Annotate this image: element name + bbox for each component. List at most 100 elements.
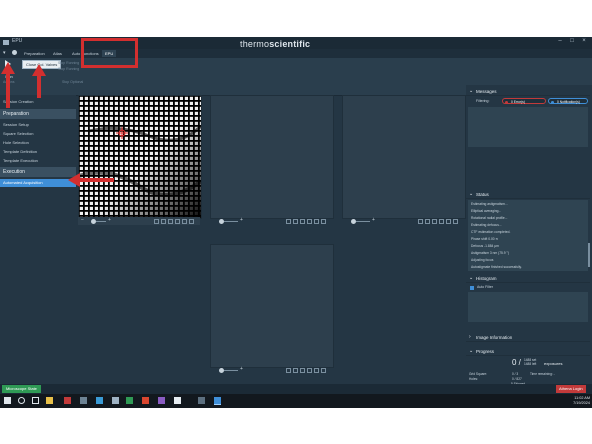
file-explorer-icon[interactable] — [46, 397, 53, 404]
crosshair-icon[interactable] — [175, 218, 180, 224]
image-information-title: Image Information — [476, 335, 513, 340]
export-icon[interactable] — [321, 367, 326, 373]
expand-icon[interactable] — [314, 218, 319, 224]
app-icon-green[interactable] — [126, 397, 133, 404]
app-icon-white[interactable] — [174, 397, 181, 404]
app-icon-blue[interactable] — [96, 397, 103, 404]
status-line: CTF estimation completed. — [471, 230, 511, 234]
zoom-slider-track[interactable] — [224, 370, 238, 371]
data-acquisition-viewport[interactable] — [210, 244, 334, 368]
expand-icon[interactable] — [314, 367, 319, 373]
windows-start-icon[interactable] — [4, 397, 11, 404]
grid-square-value: 0 / 3 — [512, 372, 519, 376]
errors-filter-button[interactable]: 0 Error(s) — [502, 98, 546, 104]
chevron-down-icon: ⌄ — [469, 275, 474, 281]
nav-template-execution[interactable]: Template Execution — [0, 157, 76, 165]
epu-window: EPU thermoscientific – □ × ▾ Preparation… — [0, 37, 592, 394]
messages-list — [468, 107, 588, 147]
status-line: Adjusting focus — [471, 258, 494, 262]
crosshair-icon[interactable] — [307, 367, 312, 373]
image-information-header[interactable]: › Image Information — [466, 333, 590, 342]
stop-running-label[interactable]: Stop Running — [58, 61, 79, 65]
auto-filter-checkbox[interactable] — [470, 286, 474, 290]
filtering-label: Filtering: — [476, 99, 490, 103]
filter-icon[interactable] — [161, 218, 166, 224]
histogram-header[interactable]: ⌄ Histogram — [466, 274, 590, 283]
zoom-in-icon[interactable]: + — [240, 367, 243, 372]
tab-preparation[interactable]: Preparation — [21, 50, 48, 57]
expand-icon[interactable] — [182, 218, 187, 224]
athena-login-button[interactable]: Athena Login — [556, 385, 586, 393]
annotation-highlight-epu-tab — [81, 38, 138, 68]
epu-taskbar-icon[interactable] — [214, 397, 221, 405]
quick-menu-icon[interactable]: ▾ — [3, 50, 6, 56]
crosshair-icon[interactable] — [439, 218, 444, 224]
maximize-icon[interactable]: □ — [567, 38, 577, 44]
measure-icon[interactable] — [300, 218, 305, 224]
measure-icon[interactable] — [432, 218, 437, 224]
status-header[interactable]: ⌄ Status — [466, 190, 590, 199]
progress-header[interactable]: ⌄ Progress — [466, 347, 590, 356]
clock-time: 11:02 AM — [574, 396, 590, 400]
nav-section-execution[interactable]: Execution — [0, 167, 76, 177]
app-logo-icon — [3, 40, 9, 45]
zoom-in-icon[interactable]: + — [108, 218, 111, 223]
histogram-title: Histogram — [476, 276, 497, 281]
filter-icon[interactable] — [425, 218, 430, 224]
nav-square-selection[interactable]: Square Selection — [0, 130, 76, 138]
export-icon[interactable] — [189, 218, 194, 224]
export-icon[interactable] — [453, 218, 458, 224]
nav-automated-acquisition[interactable]: Automated Acquisition — [0, 179, 76, 187]
messages-header[interactable]: ⌄ Messages — [466, 87, 590, 96]
atlas-image[interactable] — [78, 96, 203, 218]
close-icon[interactable]: × — [579, 38, 589, 44]
hole-viewport-toolbar: + — [342, 217, 464, 225]
fit-icon[interactable] — [418, 218, 423, 224]
nav-hole-selection[interactable]: Hole Selection — [0, 139, 76, 147]
auto-filter-label: Auto Filter — [477, 285, 493, 289]
measure-icon[interactable] — [300, 367, 305, 373]
fit-icon[interactable] — [154, 218, 159, 224]
status-log: Estimating astigmatism... Elliptical ave… — [468, 200, 588, 271]
microscope-state-button[interactable]: Microscope State — [2, 385, 41, 393]
zoom-in-icon[interactable]: + — [240, 218, 243, 223]
fit-icon[interactable] — [286, 218, 291, 224]
measure-icon[interactable] — [168, 218, 173, 224]
status-scrollbar[interactable] — [588, 243, 590, 267]
stop-optional-label[interactable]: Stop Optional — [62, 80, 83, 84]
app-icon-light[interactable] — [112, 397, 119, 404]
notifications-filter-button[interactable]: 0 Notification(s) — [548, 98, 588, 104]
nav-session-setup[interactable]: Session Setup — [0, 121, 76, 129]
crosshair-icon[interactable] — [307, 218, 312, 224]
status-line: Astigmatism 3 nm (75.9 °) — [471, 251, 509, 255]
fit-icon[interactable] — [286, 367, 291, 373]
expand-icon[interactable] — [446, 218, 451, 224]
home-icon[interactable] — [12, 50, 17, 55]
search-icon[interactable] — [18, 397, 25, 404]
zoom-out-icon[interactable]: − — [81, 218, 84, 223]
app-icon-purple[interactable] — [158, 397, 165, 404]
zoom-slider-track[interactable] — [356, 221, 370, 222]
app-icon-slate[interactable] — [198, 397, 205, 404]
taskbar-clock[interactable]: 11:02 AM 7/19/2024 — [560, 396, 590, 406]
filter-icon[interactable] — [293, 367, 298, 373]
app-icon-gray[interactable] — [80, 397, 87, 404]
nav-section-preparation[interactable]: Preparation — [0, 109, 76, 119]
hole-viewport[interactable] — [342, 95, 466, 219]
atlas-viewport[interactable] — [78, 95, 203, 219]
export-icon[interactable] — [321, 218, 326, 224]
status-line: Autostigmate finished successfully. — [471, 265, 522, 269]
app-icon-red[interactable] — [64, 397, 71, 404]
app-icon-orange[interactable] — [142, 397, 149, 404]
tab-atlas[interactable]: Atlas — [50, 50, 65, 57]
task-view-icon[interactable] — [32, 397, 39, 404]
zoom-in-icon[interactable]: + — [372, 218, 375, 223]
zoom-slider-track[interactable] — [224, 221, 238, 222]
filter-icon[interactable] — [293, 218, 298, 224]
minimize-icon[interactable]: – — [555, 38, 565, 44]
nav-template-definition[interactable]: Template Definition — [0, 148, 76, 156]
stop-running-label-2[interactable]: Stop Running — [58, 67, 79, 71]
holes-label: Holes: — [469, 377, 479, 381]
grid-square-viewport[interactable] — [210, 95, 334, 219]
zoom-slider-track[interactable] — [96, 221, 106, 222]
